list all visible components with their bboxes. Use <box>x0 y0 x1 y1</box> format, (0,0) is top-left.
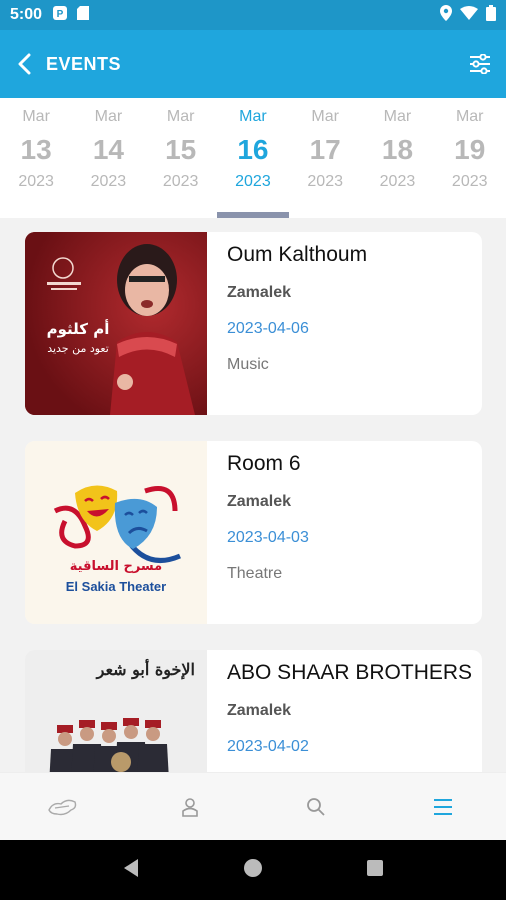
date-month: Mar <box>383 108 412 125</box>
page-title: EVENTS <box>46 53 122 74</box>
back-triangle-icon[interactable] <box>122 858 140 883</box>
event-date: 2023-04-06 <box>227 320 309 337</box>
date-day: 14 <box>92 134 124 165</box>
event-date: 2023-04-03 <box>227 529 309 546</box>
event-list: أم كلثوم تعود من جديد Oum Kalthoum Zamal… <box>0 218 506 772</box>
wifi-icon <box>460 5 478 25</box>
date-month: Mar <box>22 108 50 125</box>
event-venue: Zamalek <box>227 284 292 301</box>
date-year: 2023 <box>235 173 271 190</box>
event-card[interactable]: أم كلثوم تعود من جديد Oum Kalthoum Zamal… <box>25 232 482 415</box>
event-info: ABO SHAAR BROTHERS Zamalek 2023-04-02 <box>207 650 482 772</box>
filter-button[interactable] <box>466 50 494 78</box>
event-title: Room 6 <box>227 452 301 475</box>
date-day: 16 <box>237 134 269 165</box>
date-day: 13 <box>20 134 52 165</box>
event-category: Music <box>227 356 269 373</box>
svg-text:P: P <box>57 9 64 20</box>
date-item[interactable]: Mar 13 2023 <box>0 98 72 218</box>
date-month: Mar <box>94 108 123 125</box>
date-year: 2023 <box>90 173 127 190</box>
profile-icon <box>181 797 198 817</box>
search-icon <box>307 797 325 816</box>
back-button[interactable] <box>12 52 36 76</box>
date-year: 2023 <box>162 173 199 190</box>
event-card[interactable]: الإخوة أبو شعر ABO SHAAR BROTHERS Zamale… <box>25 650 482 772</box>
event-poster-image: الإخوة أبو شعر <box>25 650 207 772</box>
date-item[interactable]: Mar 15 2023 <box>145 98 217 218</box>
event-card[interactable]: مسرح الساقية El Sakia Theater Room 6 Zam… <box>25 441 482 624</box>
event-info: Room 6 Zamalek 2023-04-03 Theatre <box>207 441 482 624</box>
date-item-selected[interactable]: Mar 16 2023 <box>216 98 290 218</box>
event-poster-image: مسرح الساقية El Sakia Theater <box>25 441 207 624</box>
date-item[interactable]: Mar 18 2023 <box>361 98 433 218</box>
date-year: 2023 <box>307 173 343 190</box>
nav-menu[interactable] <box>380 773 506 840</box>
logo-icon <box>48 799 77 815</box>
event-category: Theatre <box>227 565 283 582</box>
event-info: Oum Kalthoum Zamalek 2023-04-06 Music <box>207 232 482 415</box>
date-year: 2023 <box>18 173 54 190</box>
system-navigation-bar <box>0 840 506 900</box>
nav-profile[interactable] <box>127 773 254 840</box>
date-day: 17 <box>309 134 341 165</box>
date-picker-strip: Mar 13 2023 Mar 14 2023 Mar 15 2023 Mar … <box>0 98 506 218</box>
date-month: Mar <box>311 108 339 125</box>
date-month: Mar <box>166 108 195 125</box>
status-time: 5:00 <box>10 6 43 23</box>
poster-title: مسرح الساقية <box>69 559 163 574</box>
date-item[interactable]: Mar 17 2023 <box>289 98 361 218</box>
poster-title: الإخوة أبو شعر <box>96 660 195 679</box>
date-year: 2023 <box>379 173 416 190</box>
app-notification-icon: P <box>52 5 68 26</box>
sd-card-icon <box>76 5 90 26</box>
event-title: ABO SHAAR BROTHERS <box>227 661 473 684</box>
date-month: Mar <box>239 108 267 125</box>
date-item[interactable]: Mar 14 2023 <box>72 98 144 218</box>
chevron-left-icon <box>18 53 31 75</box>
date-month: Mar <box>455 108 484 125</box>
event-date: 2023-04-02 <box>227 738 309 755</box>
date-year: 2023 <box>451 173 488 190</box>
date-day: 18 <box>381 134 414 165</box>
poster-subtitle: El Sakia Theater <box>65 579 167 594</box>
app-bar: EVENTS <box>0 30 506 98</box>
date-day: 15 <box>165 134 197 165</box>
recents-square-icon[interactable] <box>366 859 384 882</box>
bottom-navigation <box>0 772 506 840</box>
nav-home[interactable] <box>0 773 127 840</box>
event-title: Oum Kalthoum <box>227 243 368 266</box>
event-venue: Zamalek <box>227 493 292 510</box>
date-day: 19 <box>454 134 486 165</box>
event-poster-image: أم كلثوم تعود من جديد <box>25 232 207 415</box>
date-item[interactable]: Mar 19 2023 <box>434 98 506 218</box>
location-icon <box>440 4 452 26</box>
event-venue: Zamalek <box>227 702 292 719</box>
sliders-icon <box>470 54 490 74</box>
poster-title: أم كلثوم <box>46 320 110 338</box>
nav-search[interactable] <box>253 773 380 840</box>
menu-icon <box>433 798 452 815</box>
home-circle-icon[interactable] <box>243 858 263 883</box>
battery-icon <box>486 4 496 26</box>
status-bar: 5:00 P <box>0 0 506 30</box>
poster-subtitle: تعود من جديد <box>47 342 109 355</box>
